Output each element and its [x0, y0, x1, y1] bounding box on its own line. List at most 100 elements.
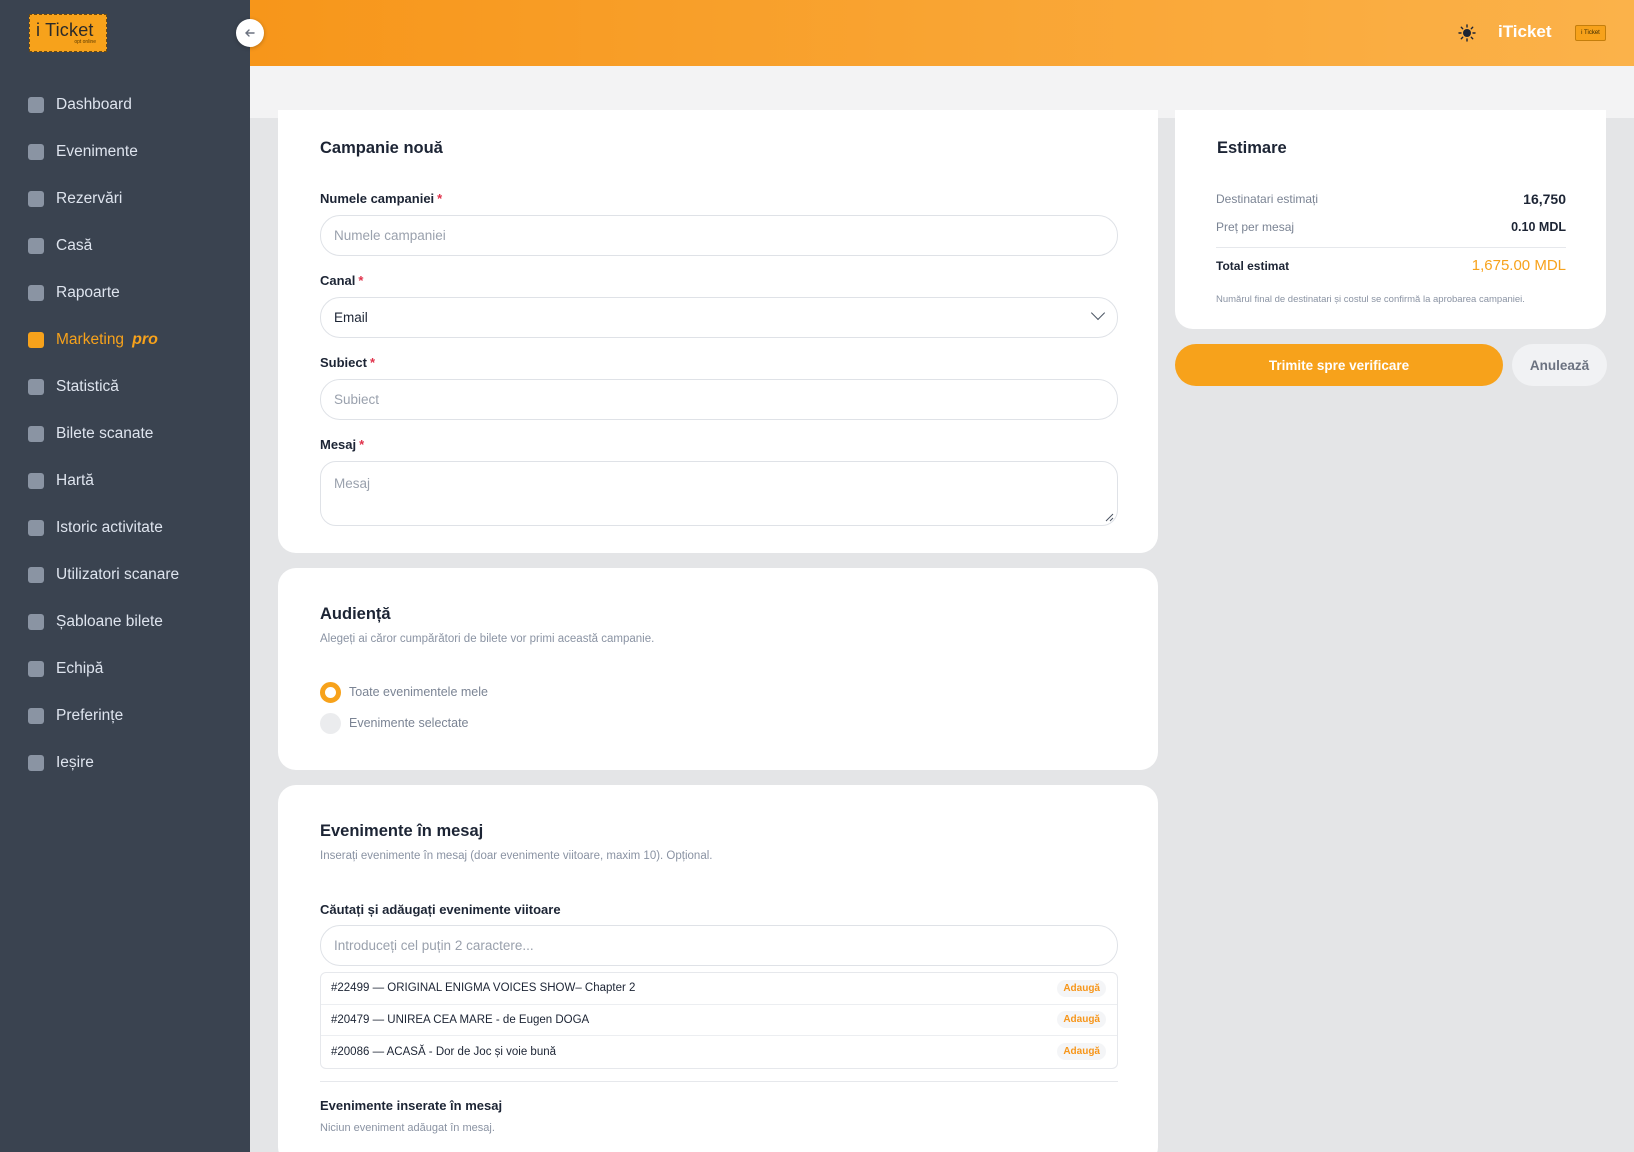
brand-logo[interactable]: i Ticket opt online — [29, 14, 107, 52]
dashboard-icon — [28, 96, 44, 113]
sidebar-item-rezervări[interactable]: Rezervări — [0, 175, 250, 222]
sidebar-item-preferințe[interactable]: Preferințe — [0, 692, 250, 739]
sidebar-item-label: Echipă — [56, 659, 104, 677]
sidebar-item-casă[interactable]: Casă — [0, 222, 250, 269]
user-scan-icon — [28, 566, 44, 583]
campaign-card: Campanie nouă Numele campaniei * Numele c… — [278, 110, 1158, 553]
logo-subtext: opt online — [74, 39, 96, 45]
estimate-total-row: Total estimat 1,675.00 MDL — [1216, 257, 1566, 274]
estimate-note: Numărul final de destinatari și costul s… — [1216, 294, 1525, 305]
sidebar-item-label: Evenimente — [56, 142, 138, 160]
add-event-button[interactable]: Adaugă — [1057, 1011, 1106, 1029]
subject-label: Subiect * — [320, 355, 376, 370]
sidebar-item-label: Hartă — [56, 471, 94, 489]
submit-for-review-button[interactable]: Trimite spre verificare — [1175, 344, 1503, 386]
pro-badge: pro — [132, 330, 158, 348]
mail-icon — [28, 331, 44, 348]
recipients-value: 16,750 — [1523, 191, 1566, 207]
price-label: Preț per mesaj — [1216, 220, 1295, 234]
preferences-icon — [28, 707, 44, 724]
divider — [320, 1081, 1118, 1082]
avatar[interactable]: i Ticket — [1575, 25, 1606, 41]
channel-label: Canal * — [320, 273, 364, 288]
audience-option-label: Toate evenimentele mele — [349, 685, 488, 699]
event-results-list: #22499 — ORIGINAL ENIGMA VOICES SHOW– Ch… — [320, 972, 1118, 1069]
map-icon — [28, 472, 44, 489]
event-result-text: #20086 — ACASĂ - Dor de Joc și voie bună — [331, 1045, 557, 1058]
estimate-card: Estimare Destinatari estimați 16,750 Pre… — [1175, 110, 1606, 329]
subject-input[interactable]: Subiect — [320, 379, 1118, 420]
sidebar-item-label: Statistică — [56, 377, 119, 395]
campaign-name-input[interactable]: Numele campaniei — [320, 215, 1118, 256]
list-item[interactable]: #20086 — ACASĂ - Dor de Joc și voie bună… — [321, 1036, 1117, 1068]
collapse-sidebar-button[interactable] — [236, 19, 264, 47]
sidebar-item-marketing[interactable]: Marketing pro — [0, 316, 250, 363]
estimate-title: Estimare — [1217, 139, 1287, 157]
radio-unselected-icon[interactable] — [320, 712, 341, 734]
chevron-down-icon — [1090, 305, 1106, 321]
radio-selected-icon[interactable] — [320, 681, 341, 703]
reservations-icon — [28, 190, 44, 207]
top-header — [250, 0, 1634, 66]
sidebar-item-rapoarte[interactable]: Rapoarte — [0, 269, 250, 316]
ticket-scan-icon — [28, 425, 44, 442]
divider — [1216, 247, 1566, 248]
sidebar-item-label: Casă — [56, 236, 93, 254]
campaign-title: Campanie nouă — [320, 139, 443, 157]
sidebar-item-statistică[interactable]: Statistică — [0, 363, 250, 410]
ticket-template-icon — [28, 613, 44, 630]
event-result-text: #20479 — UNIREA CEA MARE - de Eugen DOGA — [331, 1013, 590, 1026]
add-event-button[interactable]: Adaugă — [1057, 979, 1106, 997]
campaign-name-label: Numele campaniei * — [320, 191, 443, 206]
audience-option-all[interactable]: Toate evenimentele mele — [320, 681, 488, 703]
sidebar-item-ieșire[interactable]: Ieșire — [0, 739, 250, 786]
sidebar-item-utilizatori-scanare[interactable]: Utilizatori scanare — [0, 551, 250, 598]
reports-icon — [28, 284, 44, 301]
estimate-price-row: Preț per mesaj 0.10 MDL — [1216, 220, 1566, 234]
events-subtitle: Inserați evenimente în mesaj (doar eveni… — [320, 850, 713, 862]
channel-select[interactable]: Email — [320, 297, 1118, 338]
events-title: Evenimente în mesaj — [320, 822, 484, 840]
sidebar-item-hartă[interactable]: Hartă — [0, 457, 250, 504]
audience-option-selected-events[interactable]: Evenimente selectate — [320, 712, 469, 734]
message-textarea[interactable]: Mesaj — [320, 461, 1118, 526]
logo-text: i Ticket — [36, 20, 94, 40]
message-placeholder: Mesaj — [334, 476, 371, 491]
audience-card: Audiență Alegeți ai căror cumpărători de… — [278, 568, 1158, 770]
sidebar-item-evenimente[interactable]: Evenimente — [0, 128, 250, 175]
sidebar-item-dashboard[interactable]: Dashboard — [0, 81, 250, 128]
channel-select-value: Email — [334, 310, 368, 325]
sidebar-item-echipă[interactable]: Echipă — [0, 645, 250, 692]
sidebar-item-istoric-activitate[interactable]: Istoric activitate — [0, 504, 250, 551]
list-item[interactable]: #22499 — ORIGINAL ENIGMA VOICES SHOW– Ch… — [321, 973, 1117, 1005]
team-icon — [28, 660, 44, 677]
logout-icon — [28, 754, 44, 771]
audience-subtitle: Alegeți ai căror cumpărători de bilete v… — [320, 633, 655, 645]
sidebar-item-label: Șabloane bilete — [56, 612, 163, 630]
sidebar: i Ticket opt online Dashboard Evenimente R… — [0, 0, 250, 1152]
sidebar-item-label: Utilizatori scanare — [56, 565, 180, 583]
estimate-recipients-row: Destinatari estimați 16,750 — [1216, 191, 1566, 207]
header-title: iTicket — [1498, 22, 1552, 41]
sidebar-item-label: Ieșire — [56, 753, 94, 771]
resize-grip-icon[interactable] — [1104, 512, 1114, 522]
sidebar-item-bilete-scanate[interactable]: Bilete scanate — [0, 410, 250, 457]
total-value: 1,675.00 MDL — [1471, 257, 1566, 274]
sidebar-item-label: Dashboard — [56, 95, 132, 113]
event-search-input[interactable]: Introduceți cel puțin 2 caractere... — [320, 925, 1118, 966]
sidebar-item-label: Istoric activitate — [56, 518, 163, 536]
event-result-text: #22499 — ORIGINAL ENIGMA VOICES SHOW– Ch… — [331, 982, 636, 995]
cash-register-icon — [28, 237, 44, 254]
list-item[interactable]: #20479 — UNIREA CEA MARE - de Eugen DOGA… — [321, 1005, 1117, 1036]
sidebar-item-label: Marketing — [56, 330, 125, 348]
sidebar-item-șabloane-bilete[interactable]: Șabloane bilete — [0, 598, 250, 645]
sidebar-item-label: Rapoarte — [56, 283, 120, 301]
history-icon — [28, 519, 44, 536]
cancel-button[interactable]: Anulează — [1512, 344, 1607, 386]
event-search-label: Căutați și adăugați evenimente viitoare — [320, 902, 561, 917]
price-value: 0.10 MDL — [1511, 220, 1566, 234]
inserted-events-empty: Niciun eveniment adăugat în mesaj. — [320, 1122, 495, 1134]
add-event-button[interactable]: Adaugă — [1057, 1043, 1106, 1061]
total-label: Total estimat — [1216, 258, 1290, 273]
sun-icon[interactable] — [1458, 24, 1476, 42]
